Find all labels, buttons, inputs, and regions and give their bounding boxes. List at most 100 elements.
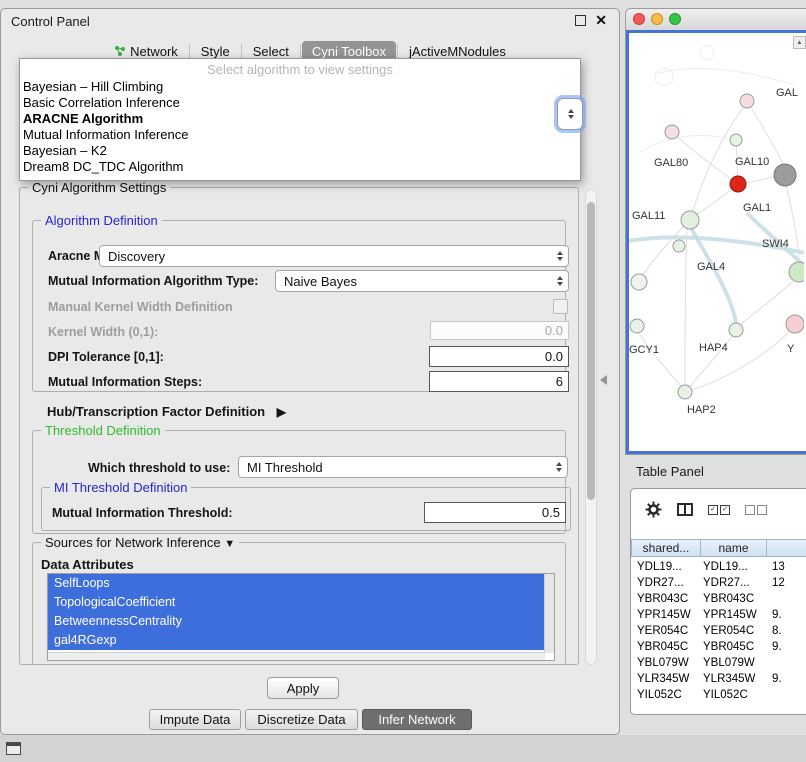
minimized-panel-icon[interactable] — [6, 742, 21, 755]
panel-splitter-arrow[interactable] — [600, 375, 607, 385]
table-cell: YDR27... — [695, 577, 763, 589]
network-node[interactable] — [673, 240, 685, 252]
algorithm-option[interactable]: Mutual Information Inference — [20, 127, 580, 143]
hub-section-label: Hub/Transcription Factor Definition — [47, 404, 265, 419]
settings-scrollbar[interactable] — [585, 189, 597, 665]
which-threshold-label: Which threshold to use: — [88, 461, 230, 475]
group-title: MI Threshold Definition — [50, 480, 191, 495]
node-label: SWI4 — [762, 238, 789, 250]
group-title: Cyni Algorithm Settings — [28, 180, 170, 195]
table-cell: YDR27... — [631, 577, 695, 589]
node-label: GAL10 — [735, 156, 769, 168]
network-node[interactable] — [678, 385, 692, 399]
impute-data-button[interactable]: Impute Data — [149, 709, 241, 730]
mi-threshold-definition-group: MI Threshold Definition Mutual Informati… — [41, 487, 571, 531]
table-row[interactable]: YBL079WYBL079W — [631, 655, 806, 671]
mi-algorithm-type-select[interactable]: Naive Bayes — [275, 270, 569, 292]
aracne-mode-select[interactable]: Discovery — [99, 245, 569, 267]
attribute-list-item[interactable]: TopologicalCoefficient — [48, 593, 545, 612]
network-window-titlebar[interactable] — [626, 9, 806, 31]
mi-steps-field[interactable]: 6 — [429, 371, 569, 392]
table-cell: YDL19... — [695, 561, 763, 573]
network-node[interactable] — [730, 134, 742, 146]
column-header-shared-name[interactable]: shared... — [631, 539, 701, 557]
control-panel-title: Control Panel — [11, 14, 90, 29]
list-vertical-scrollbar[interactable] — [544, 574, 554, 653]
infer-network-button[interactable]: Infer Network — [362, 709, 472, 730]
table-panel-title: Table Panel — [636, 464, 704, 479]
table-row[interactable]: YDR27...YDR27...12 — [631, 575, 806, 591]
algorithm-option[interactable]: ARACNE Algorithm — [20, 111, 580, 127]
table-body: YDL19...YDL19...13YDR27...YDR27...12YBR0… — [631, 559, 806, 703]
table-row[interactable]: YBR045CYBR045C9. — [631, 639, 806, 655]
table-cell: YBR045C — [631, 641, 695, 653]
table-cell: YBR045C — [695, 641, 763, 653]
algorithm-option[interactable]: Dream8 DC_TDC Algorithm — [20, 159, 580, 175]
network-node[interactable] — [786, 315, 804, 333]
node-label: GAL4 — [697, 261, 725, 273]
algorithm-option[interactable]: Bayesian – Hill Climbing — [20, 79, 580, 95]
minimize-traffic-light[interactable] — [651, 13, 663, 25]
attribute-list-item[interactable]: BetweennessCentrality — [48, 612, 545, 631]
algorithm-combobox-focus[interactable] — [557, 98, 583, 130]
discretize-data-button[interactable]: Discretize Data — [245, 709, 358, 730]
table-cell: YER054C — [631, 625, 695, 637]
table-cell: YDL19... — [631, 561, 695, 573]
node-label: GAL — [776, 87, 798, 99]
mi-threshold-field[interactable]: 0.5 — [424, 502, 566, 523]
dpi-tolerance-field[interactable]: 0.0 — [429, 346, 569, 367]
column-header-partial[interactable] — [766, 539, 806, 557]
algorithm-option[interactable]: Bayesian – K2 — [20, 143, 580, 159]
column-header-name[interactable]: name — [700, 539, 767, 557]
network-node[interactable] — [665, 125, 679, 139]
algorithm-option[interactable]: Basic Correlation Inference — [20, 95, 580, 111]
network-view-window: ▲ — [625, 8, 806, 455]
close-icon[interactable]: ✕ — [595, 14, 607, 26]
data-attributes-list: SelfLoopsTopologicalCoefficientBetweenne… — [47, 573, 555, 661]
table-row[interactable]: YER054CYER054C8. — [631, 623, 806, 639]
mi-type-label: Mutual Information Algorithm Type: — [48, 274, 258, 288]
network-node[interactable] — [774, 164, 796, 186]
apply-button[interactable]: Apply — [267, 677, 339, 699]
network-node[interactable] — [630, 319, 644, 333]
table-cell: 12 — [763, 577, 795, 589]
network-node[interactable] — [730, 176, 746, 192]
network-node[interactable] — [631, 274, 647, 290]
table-cell: YPR145W — [631, 609, 695, 621]
kernel-width-field[interactable]: 0.0 — [430, 321, 569, 340]
data-attributes-rows: SelfLoopsTopologicalCoefficientBetweenne… — [48, 574, 554, 650]
table-cell: YPR145W — [695, 609, 763, 621]
table-cell: 9. — [763, 673, 795, 685]
table-cell: YBL079W — [631, 657, 695, 669]
close-traffic-light[interactable] — [633, 13, 645, 25]
tab-separator — [300, 44, 301, 58]
zoom-traffic-light[interactable] — [669, 13, 681, 25]
attribute-list-item[interactable]: gal4RGexp — [48, 631, 545, 650]
select-all-checks-icon[interactable]: ✓✓ — [708, 505, 730, 515]
table-row[interactable]: YDL19...YDL19...13 — [631, 559, 806, 575]
sources-group-toggle[interactable]: Sources for Network Inference ▼ — [41, 535, 239, 550]
network-node[interactable] — [789, 262, 804, 282]
network-canvas[interactable]: ▲ — [626, 30, 806, 454]
dpi-tolerance-label: DPI Tolerance [0,1]: — [48, 350, 164, 364]
gear-icon[interactable] — [645, 501, 662, 518]
attribute-list-item[interactable]: SelfLoops — [48, 574, 545, 593]
table-row[interactable]: YLR345WYLR345W9. — [631, 671, 806, 687]
hub-section-toggle[interactable]: Hub/Transcription Factor Definition ▶ — [47, 404, 286, 419]
manual-kernel-checkbox[interactable] — [553, 299, 568, 314]
list-horizontal-scrollbar[interactable] — [48, 652, 545, 660]
deselect-all-checks-icon[interactable] — [745, 505, 767, 515]
table-row[interactable]: YIL052CYIL052C — [631, 687, 806, 703]
scroll-up-arrow[interactable]: ▲ — [793, 36, 806, 49]
columns-icon[interactable] — [677, 503, 693, 516]
network-node[interactable] — [681, 211, 699, 229]
network-node[interactable] — [740, 94, 754, 108]
table-toolbar: ✓✓ — [645, 501, 767, 518]
network-node[interactable] — [729, 323, 743, 337]
mi-steps-label: Mutual Information Steps: — [48, 375, 202, 389]
table-row[interactable]: YPR145WYPR145W9. — [631, 607, 806, 623]
table-row[interactable]: YBR043CYBR043C — [631, 591, 806, 607]
scrollbar-thumb[interactable] — [587, 202, 595, 500]
which-threshold-select[interactable]: MI Threshold — [238, 456, 568, 478]
float-window-icon[interactable] — [575, 15, 586, 26]
